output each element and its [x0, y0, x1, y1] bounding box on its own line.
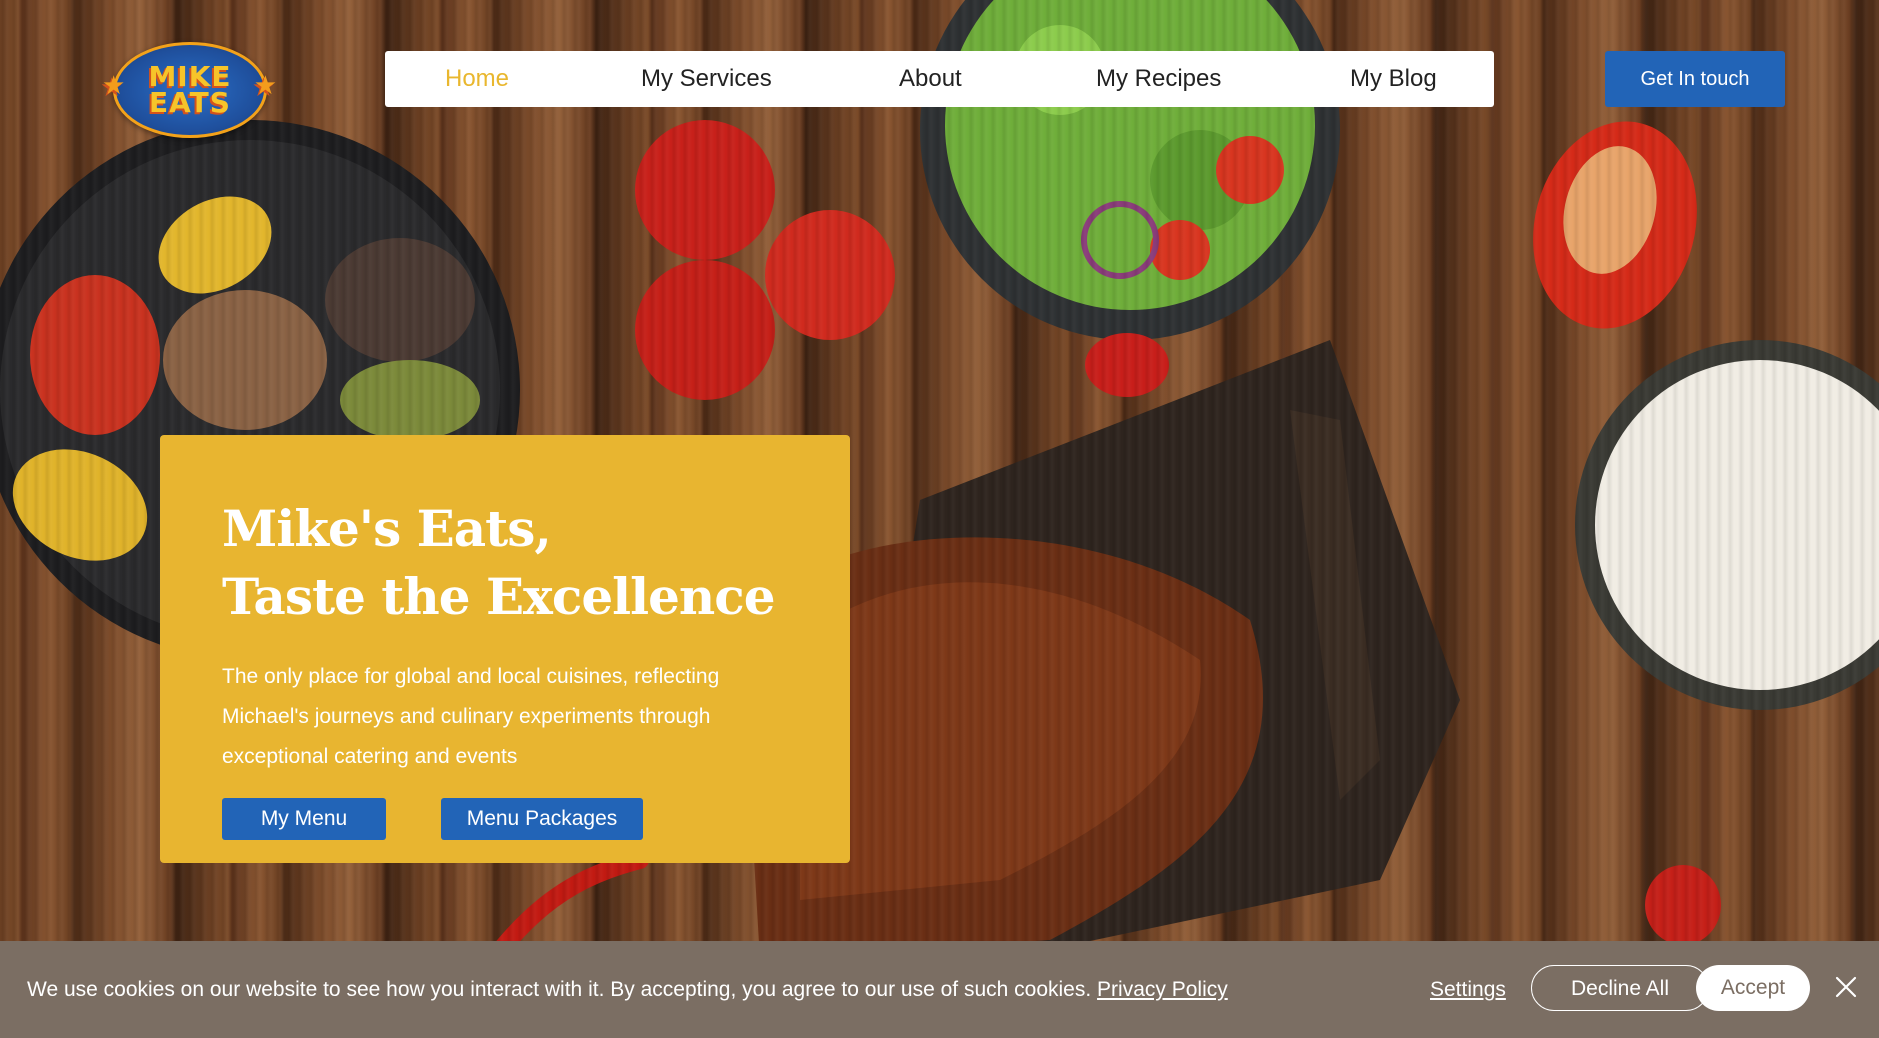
hero-title-line1: Mike's Eats,	[222, 499, 552, 558]
star-icon: ★	[253, 71, 278, 101]
cookie-message-text: We use cookies on our website to see how…	[27, 978, 1092, 1001]
nav-item-home[interactable]: Home	[445, 51, 509, 107]
logo[interactable]: ★ ★ MIKE EATS	[102, 42, 277, 138]
hero-title-line2: Taste the Excellence	[222, 567, 776, 626]
star-icon: ★	[102, 71, 127, 101]
accept-button[interactable]: Accept	[1696, 965, 1810, 1011]
get-in-touch-button[interactable]: Get In touch	[1605, 51, 1785, 107]
nav-item-my-services[interactable]: My Services	[641, 51, 772, 107]
cookie-message: We use cookies on our website to see how…	[27, 941, 1228, 1038]
nav-item-my-recipes[interactable]: My Recipes	[1096, 51, 1221, 107]
cookie-settings-link[interactable]: Settings	[1430, 941, 1506, 1038]
close-icon[interactable]	[1833, 974, 1859, 1000]
privacy-policy-link[interactable]: Privacy Policy	[1097, 978, 1228, 1001]
cookie-banner: We use cookies on our website to see how…	[0, 941, 1879, 1038]
nav-item-my-blog[interactable]: My Blog	[1350, 51, 1437, 107]
my-menu-button[interactable]: My Menu	[222, 798, 386, 840]
main-navigation: Home My Services About My Recipes My Blo…	[385, 51, 1494, 107]
logo-text-line2: EATS	[149, 86, 231, 119]
menu-packages-button[interactable]: Menu Packages	[441, 798, 643, 840]
hero-card: Mike's Eats, Taste the Excellence The on…	[160, 435, 850, 863]
decline-all-button[interactable]: Decline All	[1531, 965, 1709, 1011]
hero-description: The only place for global and local cuis…	[222, 665, 720, 768]
hero-title: Mike's Eats, Taste the Excellence	[222, 495, 776, 631]
nav-item-about[interactable]: About	[899, 51, 962, 107]
